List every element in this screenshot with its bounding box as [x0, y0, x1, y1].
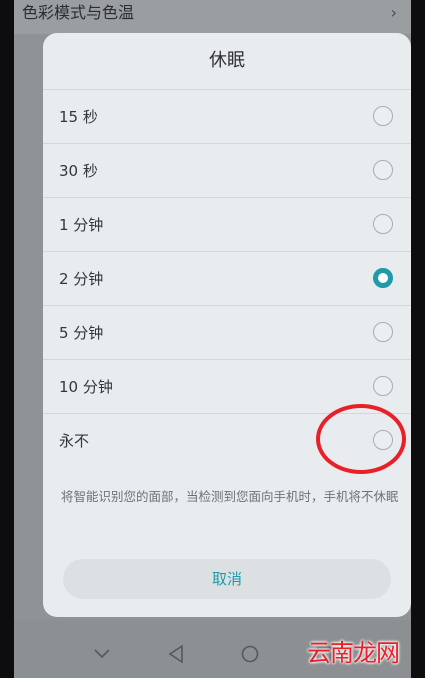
option-15-seconds[interactable]: 15 秒	[43, 89, 411, 143]
radio-button-selected-icon[interactable]	[373, 268, 393, 288]
radio-button-icon[interactable]	[373, 214, 393, 234]
radio-button-icon[interactable]	[373, 106, 393, 126]
sleep-dialog: 休眠 15 秒 30 秒 1 分钟 2 分钟 5 分钟 10 分钟 永不 将智能…	[43, 33, 411, 617]
color-mode-setting-row[interactable]: 色彩模式与色温 ›	[14, 0, 411, 34]
option-label: 1 分钟	[59, 216, 104, 234]
cancel-button[interactable]: 取消	[63, 559, 391, 599]
option-label: 永不	[59, 432, 90, 450]
option-label: 5 分钟	[59, 324, 104, 342]
watermark-logo: 云南龙网	[307, 639, 400, 667]
chevron-right-icon: ›	[390, 3, 397, 22]
phone-screen: 色彩模式与色温 › 休眠 15 秒 30 秒 1 分钟 2 分钟 5 分钟 10…	[14, 0, 411, 678]
option-label: 2 分钟	[59, 270, 104, 288]
option-label: 15 秒	[59, 108, 98, 126]
option-2-minutes[interactable]: 2 分钟	[43, 251, 411, 305]
option-label: 10 分钟	[59, 378, 113, 396]
option-1-minute[interactable]: 1 分钟	[43, 197, 411, 251]
highlight-annotation-ring	[316, 404, 406, 474]
option-label: 30 秒	[59, 162, 98, 180]
color-mode-setting-label: 色彩模式与色温	[22, 3, 135, 22]
radio-button-icon[interactable]	[373, 322, 393, 342]
option-30-seconds[interactable]: 30 秒	[43, 143, 411, 197]
option-5-minutes[interactable]: 5 分钟	[43, 305, 411, 359]
home-circle-icon[interactable]	[240, 644, 260, 664]
chevron-down-icon[interactable]	[92, 644, 112, 664]
face-detection-hint: 将智能识别您的面部，当检测到您面向手机时，手机将不休眠	[61, 489, 399, 504]
dialog-title: 休眠	[209, 50, 245, 71]
back-triangle-icon[interactable]	[166, 644, 186, 664]
radio-button-icon[interactable]	[373, 376, 393, 396]
radio-button-icon[interactable]	[373, 160, 393, 180]
